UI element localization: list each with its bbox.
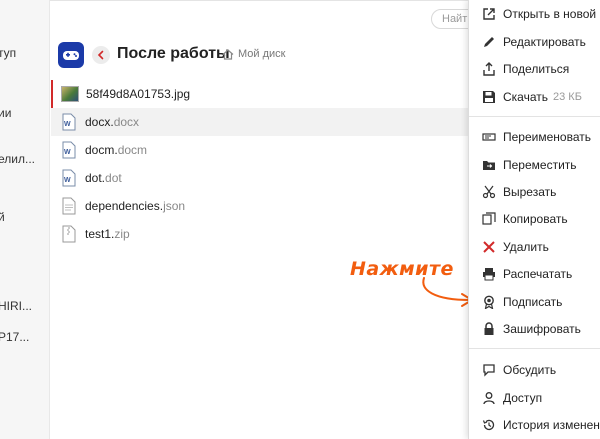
file-row[interactable]: test1.zip	[51, 220, 468, 248]
folder-move-icon	[483, 161, 495, 170]
chat-bubble-icon	[483, 364, 495, 377]
svg-text:W: W	[64, 149, 71, 156]
file-row[interactable]: W docm.docm	[51, 136, 468, 164]
breadcrumb[interactable]: Мой диск	[222, 48, 285, 60]
app-logo	[58, 42, 84, 68]
word-document-icon: W	[62, 169, 76, 187]
menu-item-print[interactable]: Распечатать	[469, 263, 600, 285]
menu-item-sign[interactable]: Подписать	[469, 291, 600, 313]
file-name: docx.docx	[85, 115, 140, 129]
menu-item-cut[interactable]: Вырезать	[469, 181, 600, 203]
gamepad-icon	[63, 51, 79, 60]
menu-item-open-new-window[interactable]: Открыть в новой в	[469, 3, 600, 25]
file-name: docm.docm	[85, 143, 148, 157]
file-row[interactable]: 58f49d8A01753.jpg	[51, 80, 468, 108]
svg-text:W: W	[64, 177, 71, 184]
close-icon	[483, 241, 495, 253]
word-document-icon: W	[62, 141, 76, 159]
file-name: dependencies.json	[85, 199, 186, 213]
rename-icon	[482, 133, 496, 141]
file-row[interactable]: W dot.dot	[51, 164, 468, 192]
sidebar-item-recent[interactable]: ии	[0, 106, 49, 120]
file-row[interactable]: dependencies.json	[51, 192, 468, 220]
menu-item-access[interactable]: Доступ	[469, 387, 600, 409]
sidebar-item-access[interactable]: туп	[0, 46, 49, 60]
sidebar-item-storage-2[interactable]: P17...	[0, 330, 49, 344]
printer-icon	[483, 268, 495, 281]
menu-item-edit[interactable]: Редактировать	[469, 31, 600, 53]
award-badge-icon	[484, 295, 494, 309]
lock-icon	[484, 322, 494, 335]
chevron-left-icon	[97, 50, 104, 60]
file-name: 58f49d8A01753.jpg	[86, 87, 191, 101]
archive-file-icon	[62, 225, 76, 243]
share-icon	[483, 62, 495, 76]
sidebar-item-shared[interactable]: елил...	[0, 152, 49, 166]
page-title: После работы	[117, 45, 230, 62]
scissors-icon	[482, 185, 496, 199]
menu-item-share[interactable]: Поделиться	[469, 58, 600, 80]
external-link-icon	[483, 8, 495, 20]
menu-item-rename[interactable]: Переименовать	[469, 126, 600, 148]
word-document-icon: W	[62, 113, 76, 131]
sidebar-item-trash[interactable]: й	[0, 210, 49, 224]
menu-item-delete[interactable]: Удалить	[469, 236, 600, 258]
file-list: 58f49d8A01753.jpg W docx.docx W docm.doc…	[51, 80, 468, 248]
menu-item-encrypt[interactable]: Зашифровать	[469, 318, 600, 340]
floppy-disk-icon	[483, 91, 495, 103]
image-thumbnail	[61, 86, 79, 102]
menu-divider	[469, 348, 600, 349]
text-file-icon	[62, 197, 76, 215]
menu-item-discuss[interactable]: Обсудить	[469, 359, 600, 381]
svg-text:W: W	[64, 121, 71, 128]
menu-item-download[interactable]: Скачать 23 КБ	[469, 86, 600, 108]
file-name: dot.dot	[85, 171, 122, 185]
pencil-icon	[484, 37, 494, 47]
menu-item-copy[interactable]: Копировать	[469, 208, 600, 230]
file-row[interactable]: W docx.docx	[51, 108, 468, 136]
sidebar: туп ии елил... й HIRI... P17...	[0, 0, 50, 439]
sidebar-item-storage-1[interactable]: HIRI...	[0, 299, 49, 313]
history-icon	[482, 419, 495, 431]
home-icon	[222, 48, 234, 60]
copy-icon	[482, 212, 496, 225]
context-menu: Открыть в новой в Редактировать Поделить…	[468, 0, 600, 439]
back-button[interactable]	[92, 46, 110, 64]
file-size: 23 КБ	[553, 91, 582, 103]
breadcrumb-label: Мой диск	[238, 48, 286, 60]
user-icon	[483, 392, 495, 405]
menu-item-move[interactable]: Переместить	[469, 154, 600, 176]
menu-divider	[469, 116, 600, 117]
file-name: test1.zip	[85, 227, 130, 241]
menu-item-history[interactable]: История изменени	[469, 414, 600, 436]
